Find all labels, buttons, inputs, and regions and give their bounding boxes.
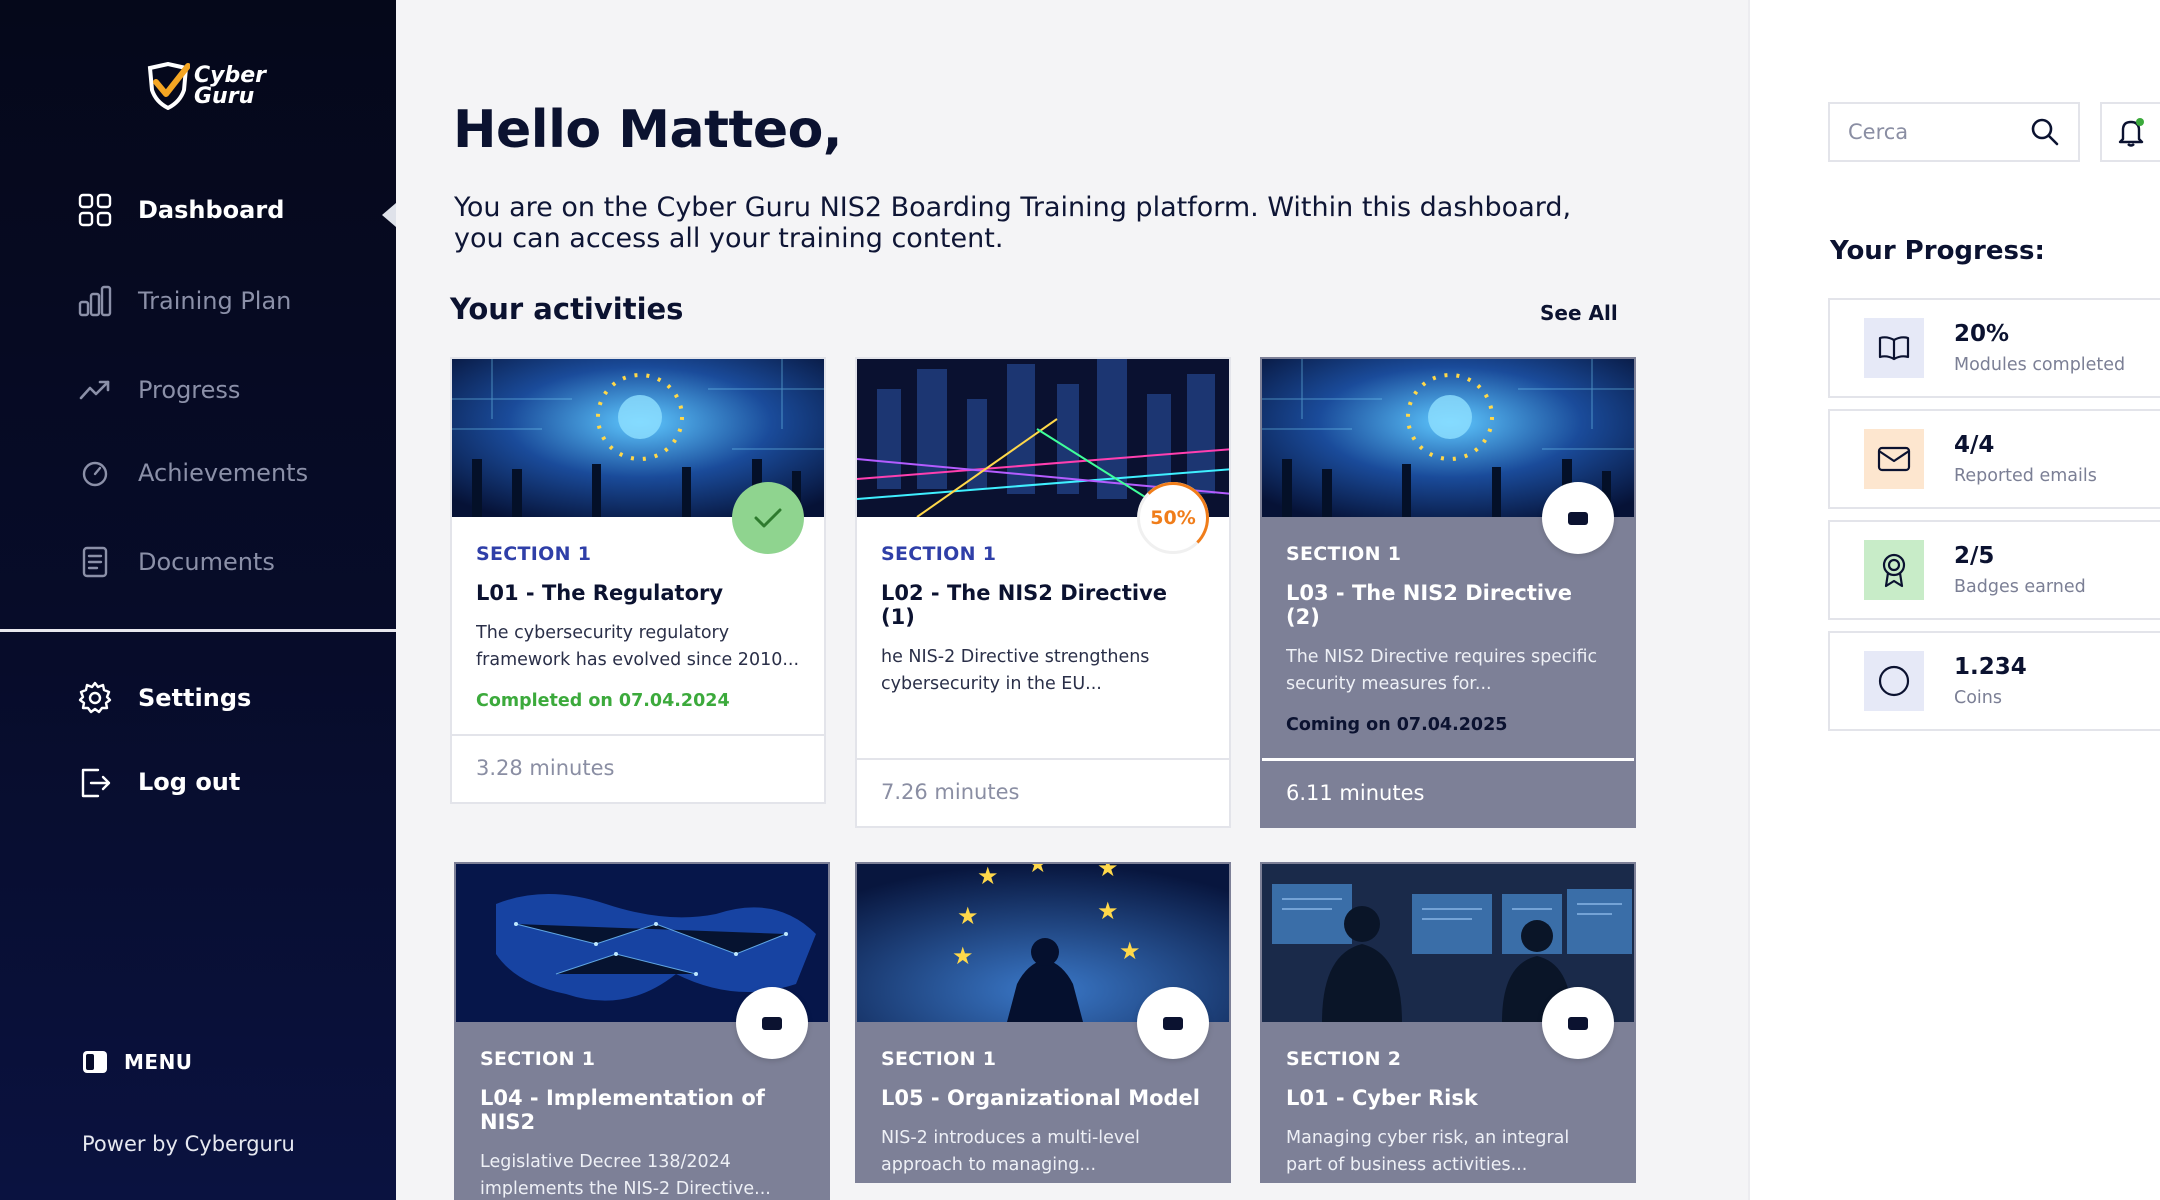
shield-check-icon bbox=[147, 62, 190, 110]
svg-text:★: ★ bbox=[957, 902, 979, 930]
sidebar-item-label: Achievements bbox=[138, 459, 309, 487]
activity-card[interactable]: 50% SECTION 1 L02 - The NIS2 Directive (… bbox=[855, 357, 1231, 828]
stat-value: 1.234 bbox=[1954, 654, 2027, 680]
stat-value: 4/4 bbox=[1954, 432, 1995, 458]
stat-value: 20% bbox=[1954, 321, 2010, 347]
card-duration: 7.26 minutes bbox=[857, 758, 1229, 826]
svg-text:★: ★ bbox=[1027, 864, 1049, 878]
mail-icon bbox=[1864, 429, 1924, 489]
document-icon bbox=[82, 546, 108, 578]
card-description: The NIS2 Directive requires specific sec… bbox=[1286, 647, 1598, 694]
trend-icon bbox=[79, 380, 110, 400]
intro-text: You are on the Cyber Guru NIS2 Boarding … bbox=[454, 192, 1572, 254]
card-description: Legislative Decree 138/2024 implements t… bbox=[480, 1152, 771, 1199]
card-section: SECTION 1 bbox=[1286, 543, 1402, 565]
stat-label: Badges earned bbox=[1954, 577, 2086, 597]
dashboard-icon bbox=[78, 193, 112, 227]
sidebar-item-label: Log out bbox=[138, 768, 241, 796]
sidebar-item-documents[interactable]: Documents bbox=[78, 545, 275, 579]
activity-card[interactable]: SECTION 1 L04 - Implementation of NIS2 L… bbox=[454, 862, 830, 1200]
sidebar-item-achievements[interactable]: Achievements bbox=[78, 456, 308, 490]
card-description: The cybersecurity regulatory framework h… bbox=[476, 623, 800, 670]
card-title: L01 - Cyber Risk bbox=[1286, 1086, 1478, 1110]
stat-label: Reported emails bbox=[1954, 466, 2097, 486]
card-duration: 3.28 minutes bbox=[452, 734, 824, 802]
sidebar-item-settings[interactable]: Settings bbox=[78, 681, 251, 715]
stat-label: Coins bbox=[1954, 688, 2002, 708]
card-title: L02 - The NIS2 Directive (1) bbox=[881, 581, 1168, 629]
book-icon bbox=[1864, 318, 1924, 378]
card-description: Managing cyber risk, an integral part of… bbox=[1286, 1128, 1570, 1175]
medal-icon bbox=[1864, 540, 1924, 600]
powered-by: Power by Cyberguru bbox=[82, 1132, 295, 1156]
page-title: Hello Matteo, bbox=[453, 100, 843, 160]
panel-toggle-icon bbox=[83, 1051, 107, 1073]
stat-emails: 4/4 Reported emails bbox=[1828, 409, 2160, 509]
stat-modules: 20% Modules completed bbox=[1828, 298, 2160, 398]
sidebar-item-label: Settings bbox=[138, 684, 252, 712]
svg-text:★: ★ bbox=[952, 942, 974, 970]
sidebar-item-progress[interactable]: Progress bbox=[78, 373, 240, 407]
card-title: L01 - The Regulatory bbox=[476, 581, 724, 605]
card-status: Coming on 07.04.2025 bbox=[1286, 715, 1508, 735]
card-title: L03 - The NIS2 Directive (2) bbox=[1286, 581, 1573, 629]
activity-card[interactable]: SECTION 1 L03 - The NIS2 Directive (2) T… bbox=[1260, 357, 1636, 828]
svg-text:★: ★ bbox=[977, 864, 999, 890]
stat-value: 2/5 bbox=[1954, 543, 1995, 569]
search-box[interactable] bbox=[1828, 102, 2080, 162]
menu-label: MENU bbox=[124, 1050, 193, 1074]
notifications-button[interactable] bbox=[2100, 102, 2160, 162]
logo-line-2: Guru bbox=[194, 84, 255, 109]
card-title: L05 - Organizational Model bbox=[881, 1086, 1200, 1110]
svg-text:★: ★ bbox=[1097, 864, 1119, 882]
activity-card[interactable]: SECTION 2 L01 - Cyber Risk Managing cybe… bbox=[1260, 862, 1636, 1183]
card-section: SECTION 1 bbox=[881, 543, 997, 565]
main-content: Hello Matteo, You are on the Cyber Guru … bbox=[396, 0, 1748, 1200]
logout-icon bbox=[81, 768, 111, 798]
sidebar-item-label: Progress bbox=[138, 376, 241, 404]
sidebar-divider bbox=[0, 629, 396, 632]
activities-title: Your activities bbox=[450, 292, 684, 326]
search-icon[interactable] bbox=[2030, 117, 2060, 147]
card-section: SECTION 1 bbox=[480, 1048, 596, 1070]
activity-card[interactable]: ★ ★ ★ ★ ★ ★ ★ SECTION 1 L05 - Organizational M… bbox=[855, 862, 1231, 1183]
card-title: L04 - Implementation of NIS2 bbox=[480, 1086, 765, 1134]
sidebar-item-label: Documents bbox=[138, 548, 275, 576]
bell-icon bbox=[2118, 118, 2144, 147]
svg-text:★: ★ bbox=[1119, 937, 1141, 965]
sidebar-item-dashboard[interactable]: Dashboard bbox=[78, 193, 284, 227]
sidebar-item-logout[interactable]: Log out bbox=[78, 765, 240, 799]
sidebar: Cyber Guru Dashboard Training Plan Progr… bbox=[0, 0, 396, 1200]
card-section: SECTION 1 bbox=[881, 1048, 997, 1070]
card-section: SECTION 1 bbox=[476, 543, 592, 565]
logo-line-1: Cyber bbox=[194, 63, 267, 88]
stat-badges: 2/5 Badges earned bbox=[1828, 520, 2160, 620]
svg-text:★: ★ bbox=[1097, 897, 1119, 925]
card-duration: 6.11 minutes bbox=[1262, 758, 1634, 826]
bar-chart-icon bbox=[78, 285, 112, 317]
gauge-icon bbox=[82, 461, 108, 487]
progress-title: Your Progress: bbox=[1830, 236, 2045, 266]
card-status bbox=[881, 715, 1205, 739]
sidebar-item-training-plan[interactable]: Training Plan bbox=[78, 284, 291, 318]
card-description: he NIS-2 Directive strengthens cybersecu… bbox=[881, 647, 1150, 694]
card-status: Completed on 07.04.2024 bbox=[476, 691, 730, 711]
active-indicator bbox=[382, 203, 396, 227]
sidebar-item-label: Dashboard bbox=[138, 196, 285, 224]
gear-icon bbox=[78, 681, 112, 714]
sidebar-item-label: Training Plan bbox=[138, 287, 292, 315]
right-panel: Your Progress: 20% Modules completed 4/4… bbox=[1748, 0, 2160, 1200]
menu-toggle-button[interactable]: MENU bbox=[82, 1050, 193, 1074]
stat-coins: 1.234 Coins bbox=[1828, 631, 2160, 731]
card-description: NIS-2 introduces a multi-level approach … bbox=[881, 1128, 1140, 1175]
activity-card[interactable]: SECTION 1 L01 - The Regulatory The cyber… bbox=[450, 357, 826, 804]
stat-label: Modules completed bbox=[1954, 355, 2126, 375]
cyber-guru-logo[interactable]: Cyber Guru bbox=[146, 62, 266, 110]
search-input[interactable] bbox=[1848, 120, 2018, 144]
see-all-link[interactable]: See All bbox=[1540, 301, 1618, 325]
card-section: SECTION 2 bbox=[1286, 1048, 1402, 1070]
coin-icon bbox=[1864, 651, 1924, 711]
